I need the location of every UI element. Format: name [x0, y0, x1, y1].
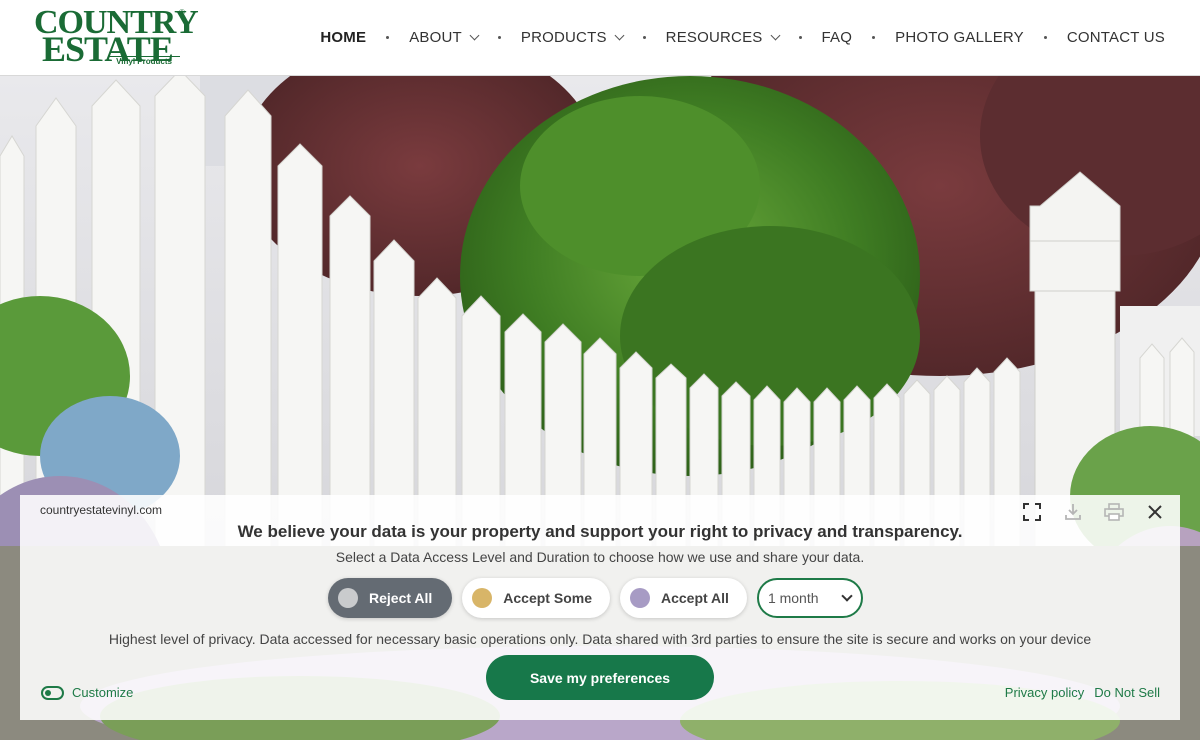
close-button[interactable]	[1144, 501, 1166, 523]
radio-knob-icon	[472, 588, 493, 608]
printer-icon	[1104, 503, 1124, 521]
site-domain: countryestatevinyl.com	[40, 503, 163, 517]
radio-knob-icon	[338, 588, 358, 608]
nav-products[interactable]: PRODUCTS	[520, 28, 625, 46]
customize-toggle[interactable]: Customize	[41, 685, 133, 700]
registered-mark: ®	[179, 8, 185, 17]
nav-separator	[642, 35, 646, 39]
level-description: Highest level of privacy. Data accessed …	[108, 631, 1092, 647]
nav-separator	[1043, 35, 1047, 39]
accept-some-button[interactable]: Accept Some	[462, 578, 610, 618]
reject-all-label: Reject All	[369, 590, 433, 606]
toggle-icon	[41, 685, 64, 700]
duration-select[interactable]: 1 month	[756, 578, 863, 618]
chevron-down-icon	[841, 590, 853, 602]
nav-about-label: ABOUT	[409, 28, 462, 46]
nav-resources[interactable]: RESOURCES	[665, 28, 780, 46]
download-button[interactable]	[1062, 501, 1084, 523]
nav-contact-us-label: CONTACT US	[1066, 28, 1165, 46]
fullscreen-button[interactable]	[1021, 501, 1043, 523]
accept-all-label: Accept All	[660, 590, 729, 606]
expand-icon	[1023, 503, 1041, 521]
nav-photo-gallery-label: PHOTO GALLERY	[895, 28, 1024, 46]
nav-photo-gallery[interactable]: PHOTO GALLERY	[895, 29, 1024, 46]
close-icon	[1148, 505, 1162, 519]
chevron-down-icon	[770, 30, 780, 40]
footer-links: Privacy policy Do Not Sell	[995, 685, 1160, 700]
main-nav: HOME ABOUT PRODUCTS RESOURCES FAQ PHOTO …	[320, 26, 1165, 48]
nav-home[interactable]: HOME	[320, 29, 366, 46]
nav-faq-label: FAQ	[821, 28, 853, 46]
reject-all-button[interactable]: Reject All	[328, 578, 453, 618]
site-header: COUNTRY ESTATE ® Vinyl Products HOME ABO…	[0, 0, 1200, 76]
nav-about[interactable]: ABOUT	[409, 28, 480, 46]
accept-some-label: Accept Some	[503, 590, 592, 606]
nav-separator	[497, 35, 501, 39]
nav-products-label: PRODUCTS	[520, 28, 607, 46]
logo-tagline: Vinyl Products	[108, 56, 180, 66]
nav-contact-us[interactable]: CONTACT US	[1067, 29, 1165, 46]
customize-label: Customize	[72, 685, 134, 700]
country-estate-logo[interactable]: COUNTRY ESTATE ® Vinyl Products	[34, 4, 199, 69]
nav-home-label: HOME	[320, 28, 367, 46]
nav-faq[interactable]: FAQ	[822, 29, 853, 46]
do-not-sell-link[interactable]: Do Not Sell	[1094, 685, 1160, 700]
nav-resources-label: RESOURCES	[665, 28, 763, 46]
nav-separator	[798, 35, 802, 39]
nav-separator	[872, 35, 876, 39]
save-preferences-button[interactable]: Save my preferences	[486, 655, 714, 700]
panel-toolbar	[1002, 501, 1166, 523]
download-icon	[1065, 504, 1081, 520]
nav-separator	[386, 35, 390, 39]
consent-headline: We believe your data is your property an…	[237, 522, 963, 541]
chevron-down-icon	[614, 30, 625, 40]
chevron-down-icon	[469, 30, 480, 40]
data-access-levels: Reject All Accept Some Accept All 1 mont…	[328, 578, 863, 618]
privacy-consent-panel: countryestatevinyl.com We believe your d	[20, 495, 1180, 720]
accept-all-button[interactable]: Accept All	[619, 578, 747, 618]
privacy-policy-link[interactable]: Privacy policy	[1005, 685, 1084, 700]
print-button[interactable]	[1103, 501, 1125, 523]
radio-knob-icon	[629, 588, 650, 608]
duration-value: 1 month	[767, 590, 819, 606]
consent-subline: Select a Data Access Level and Duration …	[335, 549, 865, 565]
